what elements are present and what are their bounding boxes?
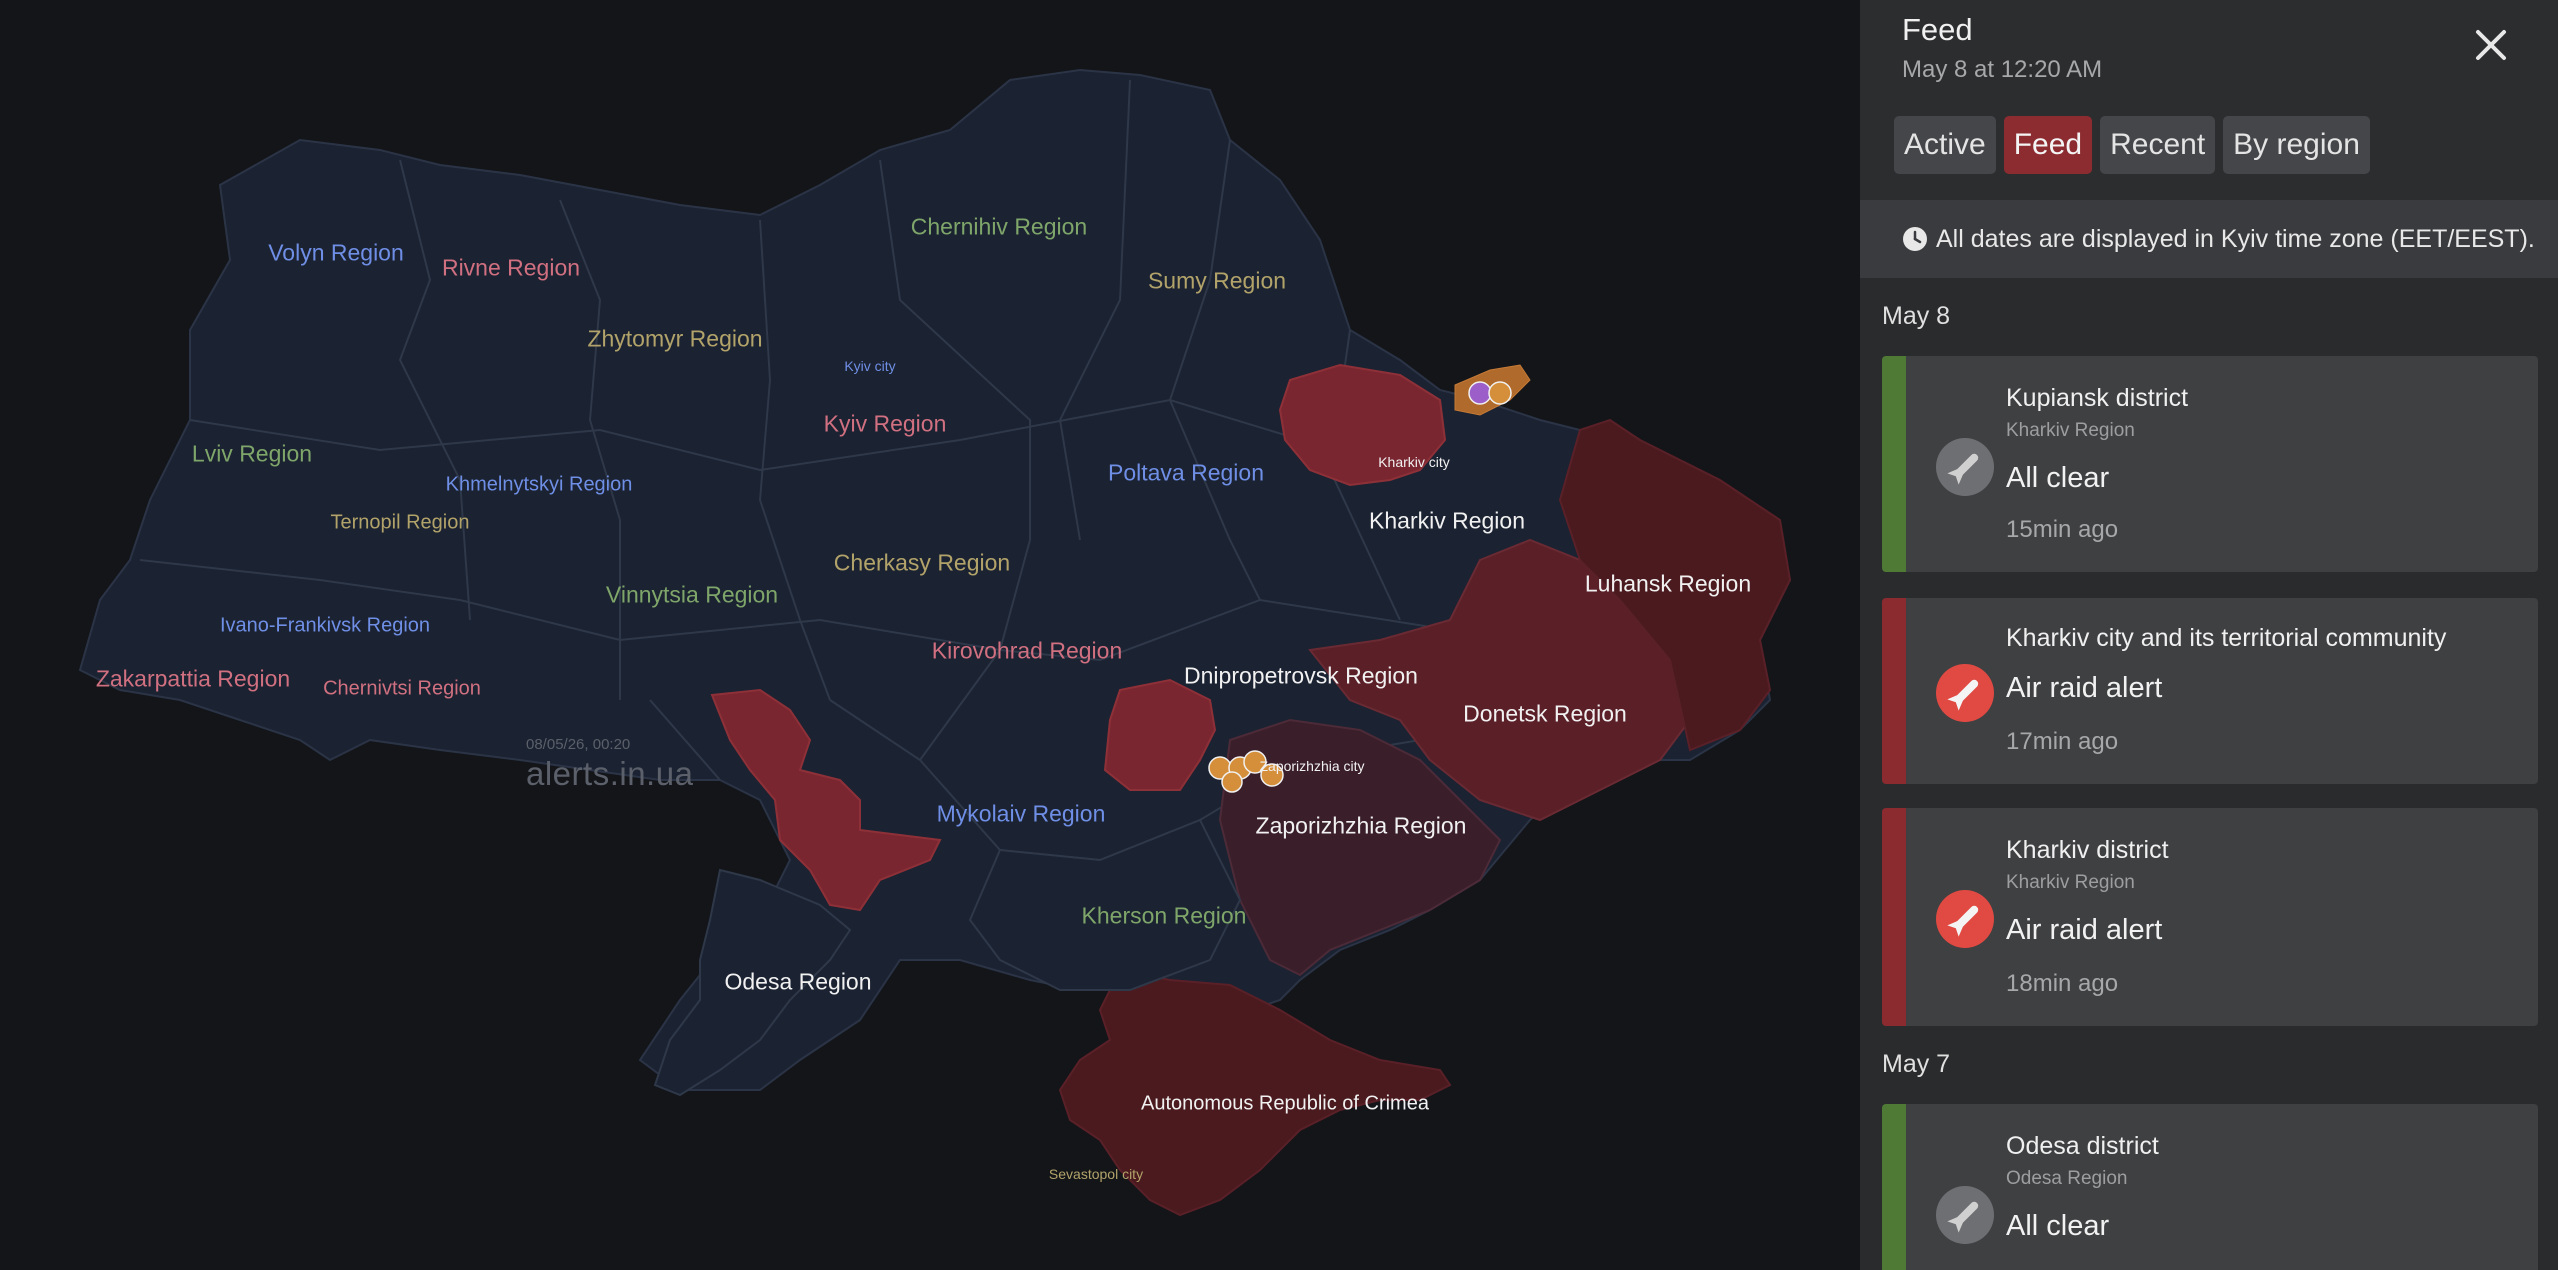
label-dnipropetrovsk-region[interactable]: Dnipropetrovsk Region [1184,663,1418,690]
label-kyiv-city[interactable]: Kyiv city [844,358,895,374]
card-district: Odesa district [2006,1132,2159,1160]
card-time-ago: 18min ago [2006,970,2119,997]
card-region: Kharkiv Region [2006,420,2135,441]
label-chernivtsi-region[interactable]: Chernivtsi Region [323,678,481,701]
label-zhytomyr-region[interactable]: Zhytomyr Region [587,326,762,353]
missile-marker [1488,381,1512,405]
timezone-notice: All dates are displayed in Kyiv time zon… [1860,200,2558,278]
card-district: Kharkiv city and its territorial communi… [2006,624,2447,652]
sidebar-tabs: Active Feed Recent By region [1894,116,2370,174]
label-zakarpattia-region[interactable]: Zakarpattia Region [96,666,290,693]
missile-icon [1936,664,1994,722]
alert-map[interactable]: Volyn Region Rivne Region Zhytomyr Regio… [0,0,1860,1270]
missile-icon [1936,1186,1994,1244]
label-chernihiv-region[interactable]: Chernihiv Region [911,214,1087,241]
feed-card[interactable]: Odesa district Odesa Region All clear [1882,1104,2538,1270]
missile-icon [1936,890,1994,948]
card-time-ago: 17min ago [2006,728,2119,755]
label-crimea[interactable]: Autonomous Republic of Crimea [1141,1093,1429,1116]
feed-card[interactable]: Kharkiv district Kharkiv Region Air raid… [1882,808,2538,1026]
status-stripe-clear [1882,1104,1906,1270]
tab-recent[interactable]: Recent [2100,116,2216,174]
watermark-site: alerts.in.ua [526,755,694,792]
label-donetsk-region[interactable]: Donetsk Region [1463,701,1627,728]
status-stripe-alert [1882,598,1906,784]
watermark-date: 08/05/26, 00:20 [526,736,631,753]
label-kharkiv-region[interactable]: Kharkiv Region [1369,508,1525,535]
feed-sidebar: Feed May 8 at 12:20 AM Active Feed Recen… [1860,0,2558,1270]
sidebar-header: Feed May 8 at 12:20 AM Active Feed Recen… [1860,0,2558,200]
label-kharkiv-city[interactable]: Kharkiv city [1378,454,1450,470]
card-district: Kharkiv district [2006,836,2169,864]
tab-by-region[interactable]: By region [2223,116,2370,174]
drone-marker [1468,381,1492,405]
close-icon[interactable] [2466,20,2516,70]
label-khmelnytskyi-region[interactable]: Khmelnytskyi Region [446,474,633,497]
feed-card[interactable]: Kupiansk district Kharkiv Region All cle… [1882,356,2538,572]
label-sevastopol-city[interactable]: Sevastopol city [1049,1166,1143,1182]
map-watermark: 08/05/26, 00:20 alerts.in.ua [526,736,693,793]
card-region: Kharkiv Region [2006,872,2135,893]
label-luhansk-region[interactable]: Luhansk Region [1585,571,1751,598]
card-district: Kupiansk district [2006,384,2189,412]
feed-card[interactable]: Kharkiv city and its territorial communi… [1882,598,2538,784]
label-volyn-region[interactable]: Volyn Region [268,240,404,267]
tab-active[interactable]: Active [1894,116,1996,174]
sidebar-title: Feed [1902,12,1973,47]
status-stripe-clear [1882,356,1906,572]
label-zaporizhzhia-region[interactable]: Zaporizhzhia Region [1256,813,1467,840]
card-status: All clear [2006,1210,2110,1242]
sidebar-timestamp: May 8 at 12:20 AM [1902,56,2103,83]
status-stripe-alert [1882,808,1906,1026]
missile-icon [1936,438,1994,496]
label-odesa-region[interactable]: Odesa Region [724,969,871,996]
label-cherkasy-region[interactable]: Cherkasy Region [834,550,1010,577]
label-lviv-region[interactable]: Lviv Region [192,441,312,468]
card-status: All clear [2006,462,2110,494]
card-time-ago: 15min ago [2006,516,2119,543]
label-zaporizhzhia-city[interactable]: Zaporizhzhia city [1259,758,1364,774]
day-heading: May 8 [1882,302,1951,330]
card-region: Odesa Region [2006,1168,2128,1189]
label-rivne-region[interactable]: Rivne Region [442,255,580,282]
tab-feed[interactable]: Feed [2003,116,2093,174]
label-poltava-region[interactable]: Poltava Region [1108,460,1264,487]
day-heading: May 7 [1882,1050,1951,1078]
label-ternopil-region[interactable]: Ternopil Region [331,512,470,535]
missile-marker [1221,771,1243,793]
label-sumy-region[interactable]: Sumy Region [1148,268,1286,295]
timezone-notice-text: All dates are displayed in Kyiv time zon… [1936,224,2535,253]
label-mykolaiv-region[interactable]: Mykolaiv Region [937,801,1106,828]
label-kyiv-region[interactable]: Kyiv Region [824,411,947,438]
clock-icon [1903,227,1927,251]
label-ivano-frankivsk-region[interactable]: Ivano-Frankivsk Region [220,615,430,638]
card-status: Air raid alert [2006,672,2163,704]
close-button[interactable] [2466,20,2516,70]
card-status: Air raid alert [2006,914,2163,946]
label-kirovohrad-region[interactable]: Kirovohrad Region [932,638,1123,665]
label-vinnytsia-region[interactable]: Vinnytsia Region [606,582,778,609]
label-kherson-region[interactable]: Kherson Region [1082,903,1247,930]
